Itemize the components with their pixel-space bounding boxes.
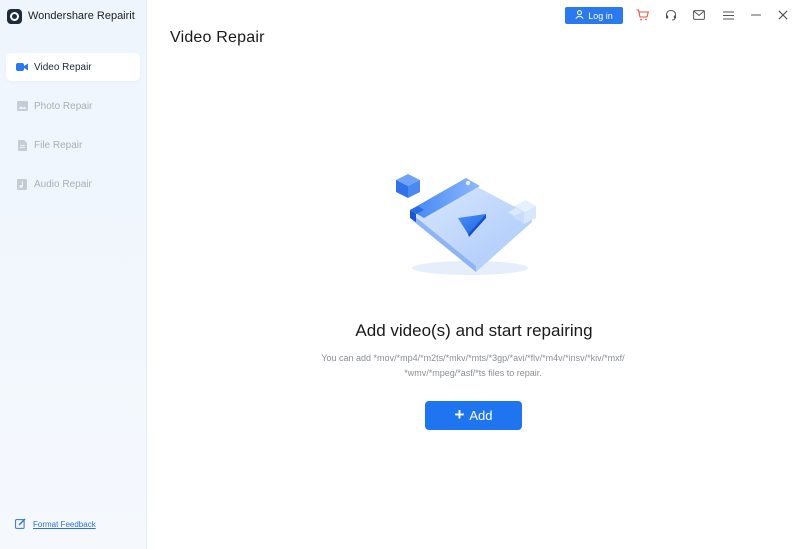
supported-formats-line: You can add *mov/*mp4/*m2ts/*mkv/*mts/*3… (321, 353, 625, 363)
login-button[interactable]: Log in (565, 7, 623, 24)
user-icon (575, 10, 584, 21)
photo-icon (16, 100, 28, 112)
sidebar-item-label: Photo Repair (34, 100, 93, 112)
audio-icon (16, 178, 28, 190)
add-video-button[interactable]: + Add (425, 401, 522, 430)
sidebar: Wondershare Repairit Video Repair Photo … (0, 0, 147, 549)
page-title: Video Repair (170, 29, 265, 46)
format-feedback-label: Format Feedback (33, 520, 96, 529)
empty-state-heading: Add video(s) and start repairing (355, 321, 593, 340)
login-label: Log in (588, 10, 613, 21)
add-button-label: Add (469, 408, 493, 423)
minimize-icon[interactable] (749, 8, 763, 22)
sidebar-item-audio-repair[interactable]: Audio Repair (6, 170, 140, 198)
sidebar-item-file-repair[interactable]: File Repair (6, 131, 140, 159)
sidebar-item-label: Audio Repair (34, 178, 92, 190)
supported-formats-line: *wmv/*mpeg/*asf/*ts files to repair. (404, 368, 542, 378)
file-icon (16, 139, 28, 151)
sidebar-nav: Video Repair Photo Repair File Repair Au… (6, 53, 140, 209)
sidebar-item-video-repair[interactable]: Video Repair (6, 53, 140, 81)
headset-icon[interactable] (664, 8, 678, 22)
edit-icon (15, 518, 26, 531)
supported-formats-text: You can add *mov/*mp4/*m2ts/*mkv/*mts/*3… (290, 351, 656, 381)
sidebar-item-label: File Repair (34, 139, 83, 151)
video-icon (16, 61, 28, 73)
cart-icon[interactable] (635, 8, 649, 22)
video-repair-illustration (388, 168, 548, 280)
app-title: Wondershare Repairit (28, 10, 135, 22)
title-bar: Log in (147, 0, 801, 32)
app-header: Wondershare Repairit (7, 7, 135, 25)
close-icon[interactable] (776, 8, 790, 22)
sidebar-item-label: Video Repair (34, 61, 92, 73)
mail-icon[interactable] (692, 8, 706, 22)
format-feedback-link[interactable]: Format Feedback (15, 518, 96, 531)
plus-icon: + (454, 405, 465, 424)
sidebar-item-photo-repair[interactable]: Photo Repair (6, 92, 140, 120)
menu-icon[interactable] (721, 8, 735, 22)
app-logo-icon (7, 8, 22, 24)
